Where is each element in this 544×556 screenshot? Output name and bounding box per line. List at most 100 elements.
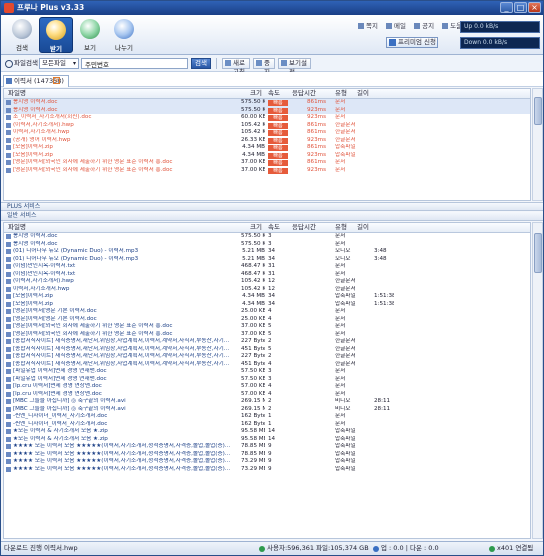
file-type: 문서	[335, 413, 346, 419]
file-size: 105.42 KB	[241, 278, 265, 284]
table-row[interactable]: 이력서,자기소개서.hwp 105.42 KB빠름 861ms 한글문서	[4, 129, 530, 137]
table-row[interactable]: 봉지영 이력서.doc 575.50 KB빠름 923ms 문서	[4, 106, 530, 114]
col-header-reply[interactable]: 응답시간	[292, 223, 316, 232]
search-scope-select[interactable]: 모든파일	[39, 58, 79, 69]
file-icon	[6, 444, 11, 449]
view-settings-button[interactable]: 보기설정	[278, 58, 311, 76]
table-row[interactable]: ★★★★ 모든 이력서 모음 ★★★★★(이력서,자기소개서,성적증명서,자격증…	[4, 458, 530, 466]
table-row[interactable]: [종합서식사이트] 재직증명서,재단서,위임장,사업계획서,이력서,계약서,사직…	[4, 353, 530, 361]
search-input[interactable]	[81, 58, 188, 69]
table-row[interactable]: 봉지영 이력서.doc 575.50 KB3 문서	[4, 241, 530, 249]
col-header-type[interactable]: 유형	[335, 89, 347, 98]
col-header-speed[interactable]: 속도	[268, 89, 280, 98]
file-size: 5.21 MB	[242, 248, 265, 254]
scroll-thumb[interactable]	[534, 97, 542, 125]
file-size: 26.33 KB	[241, 136, 265, 143]
table-row[interactable]: 봉지영 이력서.doc 575.50 KB빠름 861ms 문서	[4, 99, 530, 107]
file-icon	[6, 279, 11, 284]
table-row[interactable]: ★★★★ 모든 이력서 모음 ★★★★★(이력서,자기소개서,성적증명서,자격증…	[4, 451, 530, 459]
table-row[interactable]: [MBC 그들을 아십니까] ◎ 축구끝의 이력서.avi 269.15 MB2 비…	[4, 398, 530, 406]
table-row[interactable]: [파일유업 이력서]면세 경영 연재맨.doc 57.50 KB 3 문서	[4, 376, 530, 384]
col-header-name[interactable]: 파일명	[8, 223, 26, 232]
file-size: 4.34 MB	[242, 300, 265, 307]
table-row[interactable]: [lp.cru 이력서]면세 경영 연상맨.doc 57.00 KB 4 문서	[4, 383, 530, 391]
table-row[interactable]: [영문]이력서[영문 기본 이력서.doc 25.00 KB 4 문서	[4, 308, 530, 316]
table-row[interactable]: (01) 디어나무 듀오 (Dynamic Duo) - 이력서.mp3 5.21…	[4, 256, 530, 264]
col-header-size[interactable]: 크기	[250, 223, 262, 232]
minimize-button[interactable]: _	[500, 2, 513, 13]
table-row[interactable]: [파일유업 이력서]면세 경영 연재맨.doc 57.50 KB 3 문서	[4, 368, 530, 376]
nav-download-button[interactable]: 받기	[39, 17, 73, 53]
table-row[interactable]: (공개) 영어 이력서.hwp 26.33 KB 빠름 923ms 한글문서	[4, 137, 530, 145]
status-usage: 사용자:596,361 파일:105,374 GB	[259, 542, 369, 555]
file-icon	[6, 346, 11, 352]
file-size: 25.00 KB	[241, 315, 265, 322]
table-row[interactable]: (이력서,자기소개서).hwp 105.42 KB빠름 861ms 한글문서	[4, 122, 530, 130]
plus-service-bar[interactable]: PLUS 서비스	[1, 202, 543, 211]
file-type: 압축파일	[335, 435, 356, 442]
file-name: [lp.cru 이력서]면세 경영 연상맨.doc	[13, 390, 102, 397]
file-name: ★★★★ 모든 이력서 모음 ★★★★★(이력서,자기소개서,성적증명서,자격증…	[13, 443, 231, 449]
table-row[interactable]: [모음]이력서.zip 4.34 MB 빠름 861ms 압축파일	[4, 144, 530, 152]
table-row[interactable]: (이력서,자기소개서).hwp 105.42 KB12 한글문서	[4, 278, 530, 286]
table-row[interactable]: [영문]이력서[외국인 회사에 제출하기 위한 영문 표준 이력서 홍.doc 3…	[4, 323, 530, 331]
tab-close-icon[interactable]: ×	[53, 77, 60, 84]
table-row[interactable]: [영문]이력서[외국인 회사에 제출하기 위한 영문 표준 이력서 홍.doc 3…	[4, 331, 530, 339]
table-row[interactable]: 봉지영 이력서.doc 575.50 KB3 문서	[4, 233, 530, 241]
table-row[interactable]: [종합서식사이트] 재직증명서,재단서,위임장,사업계획서,이력서,계약서,사직…	[4, 361, 530, 369]
nav-share-button[interactable]: 나누기	[107, 17, 141, 53]
nav-search-button[interactable]: 검색	[5, 17, 39, 53]
search-button[interactable]: 검색	[191, 58, 211, 69]
table-row[interactable]: ★모든 이력서 & 자기소개서 모음 ★.zip 95.58 MB 14 압축파일	[4, 428, 530, 436]
table-row[interactable]: [종합서식사이트] 재직증명서,재단서,위임장,사업계획서,이력서,계약서,사직…	[4, 338, 530, 346]
premium-button[interactable]: 프리미엄 신청	[386, 37, 438, 48]
col-header-length[interactable]: 길이	[357, 223, 369, 232]
table-row[interactable]: ★모든 이력서 & 자기소개서 모음 ★.zip 95.58 MB 14 압축파일	[4, 436, 530, 444]
table-row[interactable]: 이력서,자기소개서.hwp 105.42 KB12 한글문서	[4, 286, 530, 294]
table-row[interactable]: [종합서식사이트] 재직증명서,재단서,위임장,사업계획서,이력서,계약서,사직…	[4, 346, 530, 354]
bottom-scrollbar[interactable]	[532, 222, 543, 539]
table-header: 파일명 크기 속도 응답시간 유형 길이	[4, 89, 530, 99]
table-row[interactable]: -씬엔_디자이너_이력서_자기소개서.doc 162 Bytes1 문서	[4, 421, 530, 429]
close-button[interactable]: ×	[528, 2, 541, 13]
general-service-bar[interactable]: 일반 서비스	[1, 212, 543, 221]
scroll-thumb[interactable]	[534, 233, 542, 273]
table-row[interactable]: [MBC 그들을 아십니까] ◎ 축구끝의 이력서.avi 269.15 MB2 비…	[4, 406, 530, 414]
col-header-reply[interactable]: 응답시간	[292, 89, 316, 98]
table-row[interactable]: [lp.cru 이력서]면세 경영 연상맨.doc 57.00 KB 4 문서	[4, 391, 530, 399]
link-mail[interactable]: 메일	[386, 22, 406, 30]
col-header-type[interactable]: 유형	[335, 223, 347, 232]
file-icon	[6, 436, 11, 442]
maximize-button[interactable]: □	[514, 2, 527, 13]
table-row[interactable]: [영문]이력서[외국인 회사에 제출하기 위한 영문 표준 이력서 홍.doc 3…	[4, 167, 530, 175]
col-header-size[interactable]: 크기	[250, 89, 262, 98]
table-row[interactable]: (이념)만인지옥-이력서.txt 468.47 KB31 문서	[4, 271, 530, 279]
table-row[interactable]: (이념)만인지옥-이력서.txt 468.47 KB31 문서	[4, 263, 530, 271]
table-row[interactable]: [모음]이력서.zip 4.34 MB 34 압축파일 1:51:38	[4, 301, 530, 309]
col-header-name[interactable]: 파일명	[8, 89, 26, 98]
table-row[interactable]: ★★★★ 모든 이력서 모음 ★★★★★(이력서,자기소개서,성적증명서,자격증…	[4, 466, 530, 474]
link-notice[interactable]: 공지	[414, 22, 434, 30]
table-row[interactable]: -씬엔_디자이너_이력서_자기소개서.doc 162 Bytes1 문서	[4, 413, 530, 421]
link-memo[interactable]: 쪽지	[358, 22, 378, 30]
table-row[interactable]: (01) 디어나무 듀오 (Dynamic Duo) - 이력서.mp3 5.21…	[4, 248, 530, 256]
table-row[interactable]: [영문]이력서[영문 기본 이력서.doc 25.00 KB 4 문서	[4, 316, 530, 324]
table-row[interactable]: [모음]이력서.zip 4.34 MB 빠름 923ms 압축파일	[4, 152, 530, 160]
nav-download-label: 받기	[50, 45, 62, 53]
stop-button[interactable]: 중지	[253, 58, 275, 76]
table-row[interactable]: 조_이력서_자기소개서(회신).doc 60.00 KB 빠름 923ms 문서	[4, 114, 530, 122]
table-row[interactable]: [영문]이력서[외국인 회사에 제출하기 위한 영문 표준 이력서 홍.doc 3…	[4, 159, 530, 167]
source-count: 9	[268, 465, 272, 472]
file-size: 451 Bytes	[241, 345, 265, 352]
col-header-length[interactable]: 길이	[357, 89, 369, 98]
table-row[interactable]: [모음]이력서.zip 4.34 MB 34 압축파일 1:51:38	[4, 293, 530, 301]
nav-view-button[interactable]: 보기	[73, 17, 107, 53]
col-header-speed[interactable]: 속도	[268, 223, 280, 232]
top-links: 쪽지 메일 공지 도움말	[358, 20, 474, 30]
speed-badge: 빠름	[268, 167, 288, 174]
refresh-button[interactable]: 새로고침	[222, 58, 250, 76]
file-name: [MBC 그들을 아십니까] ◎ 축구끝의 이력서.avi	[13, 405, 126, 412]
table-row[interactable]: ★★★★ 모든 이력서 모음 ★★★★★(이력서,자기소개서,성적증명서,자격증…	[4, 443, 530, 451]
source-count: 2	[268, 398, 272, 404]
top-scrollbar[interactable]	[532, 88, 543, 201]
